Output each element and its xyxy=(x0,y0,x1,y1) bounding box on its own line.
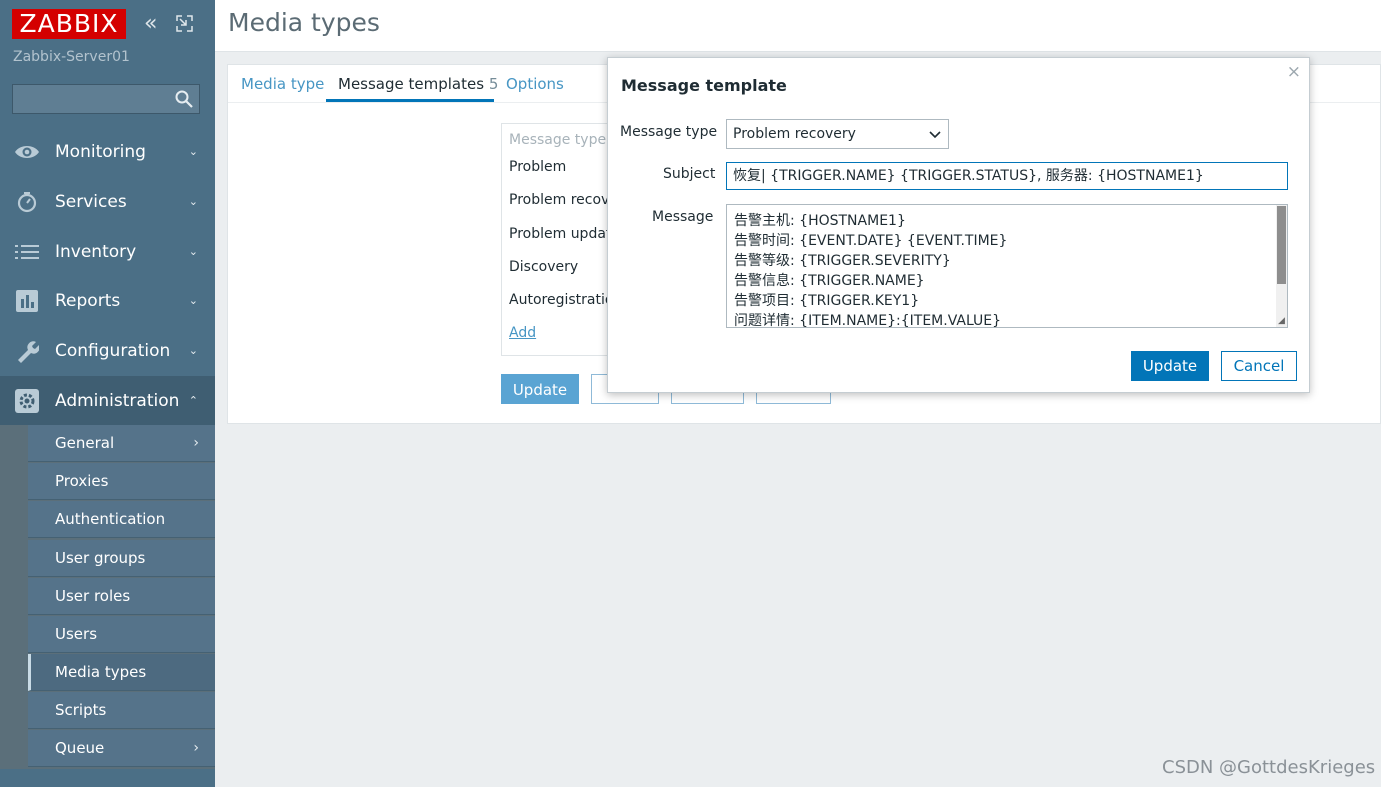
stopwatch-icon xyxy=(14,189,40,215)
menu-inventory[interactable]: Inventory ⌄ xyxy=(0,227,215,276)
search-icon[interactable] xyxy=(175,90,193,108)
menu-configuration[interactable]: Configuration ⌄ xyxy=(0,326,215,375)
update-button[interactable]: Update xyxy=(501,374,579,404)
message-template-dialog: Message template × Message type Problem … xyxy=(607,57,1310,393)
tab-media-type[interactable]: Media type xyxy=(241,75,324,93)
submenu-label: Scripts xyxy=(55,701,107,719)
message-type-value: Problem recovery xyxy=(733,126,856,142)
menu-label: Monitoring xyxy=(55,141,146,162)
submenu-item-user-roles[interactable]: User roles xyxy=(28,578,215,615)
wrench-icon xyxy=(14,338,40,364)
message-textarea[interactable]: 告警主机: {HOSTNAME1} 告警时间: {EVENT.DATE} {EV… xyxy=(726,204,1288,328)
submenu-item-proxies[interactable]: Proxies xyxy=(28,463,215,500)
message-line: 告警信息: {TRIGGER.NAME} xyxy=(734,273,925,289)
chevron-down-icon: ⌄ xyxy=(188,294,198,307)
message-text: 告警主机: {HOSTNAME1} 告警时间: {EVENT.DATE} {EV… xyxy=(734,211,1008,328)
subject-label: Subject xyxy=(663,166,716,182)
tab-count-badge: 5 xyxy=(488,75,499,93)
menu-label: Services xyxy=(55,191,127,212)
submenu-item-users[interactable]: Users xyxy=(28,616,215,653)
chevron-up-icon: ⌃ xyxy=(188,394,198,407)
submenu-label: General xyxy=(55,434,115,452)
menu-administration[interactable]: Administration ⌃ xyxy=(0,376,215,425)
message-type-label: Message type xyxy=(620,124,718,140)
subject-input[interactable]: 恢复| {TRIGGER.NAME} {TRIGGER.STATUS}, 服务器… xyxy=(726,162,1288,190)
gear-icon xyxy=(14,388,40,414)
chevron-down-icon: ⌄ xyxy=(188,245,198,258)
chevron-down-icon: ⌄ xyxy=(188,344,198,357)
submenu-item-media-types[interactable]: Media types xyxy=(28,654,215,691)
tab-options[interactable]: Options xyxy=(506,75,564,93)
submenu-item-queue[interactable]: Queue › xyxy=(28,730,215,767)
submenu-label: Authentication xyxy=(55,510,166,528)
sidebar: ZABBIX « Zabbix-Server01 Monitoring ⌄ Se… xyxy=(0,0,215,787)
chevron-right-icon: › xyxy=(193,740,199,756)
submenu-label: Queue xyxy=(55,739,105,757)
resize-grip-icon[interactable]: ◢ xyxy=(1276,316,1287,327)
dialog-update-button[interactable]: Update xyxy=(1131,351,1209,381)
table-row: Problem xyxy=(509,159,567,175)
chevron-down-icon: ⌄ xyxy=(188,145,198,158)
collapse-sidebar-icon[interactable]: « xyxy=(144,13,157,35)
submenu-label: Users xyxy=(55,625,98,643)
message-scrollbar[interactable] xyxy=(1276,205,1287,327)
search-input[interactable] xyxy=(12,84,200,114)
column-header-message-type: Message type xyxy=(509,132,607,148)
table-row: Discovery xyxy=(509,259,579,275)
submenu-label: User groups xyxy=(55,549,146,567)
scrollbar-thumb[interactable] xyxy=(1277,206,1286,284)
submenu-item-user-groups[interactable]: User groups xyxy=(28,540,215,577)
dialog-cancel-button[interactable]: Cancel xyxy=(1221,351,1297,381)
watermark: CSDN @GottdesKrieges xyxy=(1162,757,1376,778)
active-tab-indicator xyxy=(326,99,494,102)
zabbix-logo[interactable]: ZABBIX xyxy=(12,9,126,39)
table-row: Autoregistration xyxy=(509,292,623,308)
add-template-link[interactable]: Add xyxy=(509,325,536,341)
submenu-label: Proxies xyxy=(55,472,109,490)
submenu-item-scripts[interactable]: Scripts xyxy=(28,692,215,729)
menu-services[interactable]: Services ⌄ xyxy=(0,177,215,226)
table-row: Problem recove xyxy=(509,192,618,208)
chevron-down-icon xyxy=(929,131,941,139)
kiosk-mode-icon[interactable] xyxy=(176,15,193,32)
bar-chart-icon xyxy=(14,288,40,314)
menu-monitoring[interactable]: Monitoring ⌄ xyxy=(0,127,215,176)
submenu-item-authentication[interactable]: Authentication xyxy=(28,501,215,538)
submenu-label: User roles xyxy=(55,587,131,605)
sidebar-footer xyxy=(0,769,215,787)
page-header: Media types xyxy=(215,0,1381,52)
submenu-item-general[interactable]: General › xyxy=(28,425,215,462)
menu-label: Configuration xyxy=(55,340,171,361)
chevron-right-icon: › xyxy=(193,435,199,451)
table-row: Problem update xyxy=(509,226,621,242)
message-line: 告警等级: {TRIGGER.SEVERITY} xyxy=(734,253,951,269)
submenu-label: Media types xyxy=(55,663,147,681)
menu-reports[interactable]: Reports ⌄ xyxy=(0,276,215,325)
menu-label: Inventory xyxy=(55,241,137,262)
menu-label: Administration xyxy=(55,390,180,411)
message-line: 告警主机: {HOSTNAME1} xyxy=(734,213,906,229)
menu-label: Reports xyxy=(55,290,121,311)
tab-message-templates[interactable]: Message templates 5 xyxy=(338,75,498,93)
eye-icon xyxy=(14,139,40,165)
message-line: 问题详情: {ITEM.NAME}:{ITEM.VALUE} xyxy=(734,313,1002,328)
message-line: 告警时间: {EVENT.DATE} {EVENT.TIME} xyxy=(734,233,1008,249)
server-name: Zabbix-Server01 xyxy=(13,49,130,65)
tab-label: Message templates xyxy=(338,75,485,93)
message-line: 告警项目: {TRIGGER.KEY1} xyxy=(734,293,920,309)
page-title: Media types xyxy=(228,8,380,37)
message-label: Message xyxy=(652,209,714,225)
message-type-select[interactable]: Problem recovery xyxy=(726,119,949,149)
dialog-title: Message template xyxy=(621,76,787,95)
chevron-down-icon: ⌄ xyxy=(188,195,198,208)
list-icon xyxy=(14,239,40,265)
close-icon[interactable]: × xyxy=(1287,62,1301,82)
